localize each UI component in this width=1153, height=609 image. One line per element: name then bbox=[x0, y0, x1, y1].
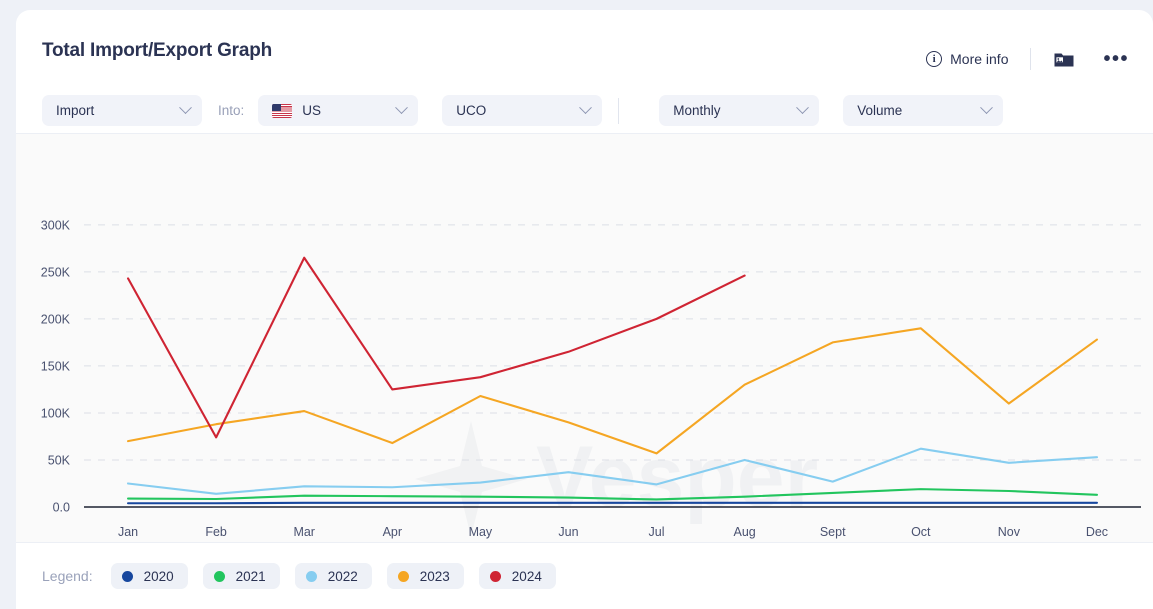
legend-color-dot bbox=[397, 570, 409, 582]
country-select[interactable]: US bbox=[258, 95, 419, 126]
x-axis-tick-label: Feb bbox=[205, 525, 227, 539]
us-flag-icon bbox=[272, 103, 293, 118]
header-divider bbox=[1030, 48, 1032, 70]
y-axis-tick-label: 50K bbox=[48, 453, 71, 467]
chevron-down-icon bbox=[980, 101, 994, 115]
x-axis-tick-label: Nov bbox=[998, 525, 1021, 539]
legend-item-label: 2023 bbox=[419, 568, 450, 584]
legend-item-2022[interactable]: 2022 bbox=[294, 563, 372, 589]
unit-select[interactable]: Volume bbox=[843, 95, 1004, 126]
image-folder-icon[interactable] bbox=[1053, 49, 1075, 69]
legend-item-label: 2024 bbox=[511, 568, 542, 584]
chevron-down-icon bbox=[579, 101, 593, 115]
x-axis-tick-label: Aug bbox=[734, 525, 756, 539]
legend-color-dot bbox=[305, 570, 317, 582]
x-axis-tick-label: Dec bbox=[1086, 525, 1108, 539]
chart-card: Total Import/Export Graph i More info ••… bbox=[16, 10, 1153, 609]
page-title: Total Import/Export Graph bbox=[42, 40, 273, 61]
line-chart[interactable]: Vesper 0.0 50K 100K 150K 200K 250K 300K Jan Feb Ma… bbox=[16, 134, 1153, 542]
info-circle-icon: i bbox=[926, 51, 943, 67]
legend-item-2024[interactable]: 2024 bbox=[478, 563, 556, 589]
direction-value: Import bbox=[56, 103, 95, 118]
chevron-down-icon bbox=[796, 101, 810, 115]
chart-page: Total Import/Export Graph i More info ••… bbox=[0, 0, 1153, 609]
ellipsis-icon[interactable]: ••• bbox=[1103, 49, 1129, 69]
svg-text:Vesper: Vesper bbox=[536, 429, 818, 525]
legend-item-2023[interactable]: 2023 bbox=[386, 563, 464, 589]
more-info-label: More info bbox=[950, 51, 1009, 67]
y-axis-tick-label: 100K bbox=[41, 406, 71, 420]
y-axis-tick-label: 200K bbox=[41, 312, 71, 326]
legend-item-2020[interactable]: 2020 bbox=[110, 563, 188, 589]
legend-item-label: 2020 bbox=[143, 568, 174, 584]
filter-controls: Import Into: US UCO Monthly Volume bbox=[42, 95, 1004, 126]
chevron-down-icon bbox=[179, 101, 192, 115]
unit-value: Volume bbox=[857, 103, 903, 118]
legend-label: Legend: bbox=[42, 568, 93, 584]
series-line-2024[interactable] bbox=[126, 256, 746, 439]
header-actions: i More info ••• bbox=[926, 48, 1129, 70]
controls-divider bbox=[618, 97, 620, 124]
x-axis-tick-label: Jul bbox=[649, 525, 665, 539]
y-axis-tick-label: 250K bbox=[41, 265, 71, 279]
x-axis-tick-label: Jun bbox=[558, 525, 578, 539]
frequency-select[interactable]: Monthly bbox=[659, 95, 820, 126]
x-axis-tick-label: Mar bbox=[293, 525, 315, 539]
chart-legend: Legend: 2020 2021 2022 2023 2024 bbox=[16, 543, 1153, 609]
x-axis-tick-label: Apr bbox=[383, 525, 402, 539]
legend-color-dot bbox=[213, 570, 225, 582]
product-value: UCO bbox=[456, 103, 487, 118]
into-label: Into: bbox=[218, 103, 245, 118]
card-header: Total Import/Export Graph i More info ••… bbox=[16, 10, 1153, 133]
direction-select[interactable]: Import bbox=[42, 95, 202, 126]
legend-item-2021[interactable]: 2021 bbox=[202, 563, 280, 589]
chevron-down-icon bbox=[395, 101, 409, 115]
y-axis-tick-label: 0.0 bbox=[53, 501, 70, 515]
x-axis-tick-label: Oct bbox=[911, 525, 931, 539]
legend-item-label: 2021 bbox=[235, 568, 266, 584]
legend-color-dot bbox=[121, 570, 133, 582]
frequency-value: Monthly bbox=[673, 103, 721, 118]
y-axis-tick-label: 150K bbox=[41, 359, 71, 373]
country-value: US bbox=[302, 103, 322, 118]
legend-color-dot bbox=[489, 570, 501, 582]
x-axis-tick-label: May bbox=[469, 525, 493, 539]
x-axis-tick-label: Jan bbox=[118, 525, 138, 539]
chart-area: Vesper 0.0 50K 100K 150K 200K 250K 300K Jan Feb Ma… bbox=[16, 133, 1153, 543]
x-axis-tick-label: Sept bbox=[820, 525, 846, 539]
more-info-button[interactable]: i More info bbox=[926, 51, 1008, 67]
y-axis-tick-label: 300K bbox=[41, 218, 71, 232]
legend-item-label: 2022 bbox=[327, 568, 358, 584]
product-select[interactable]: UCO bbox=[442, 95, 603, 126]
